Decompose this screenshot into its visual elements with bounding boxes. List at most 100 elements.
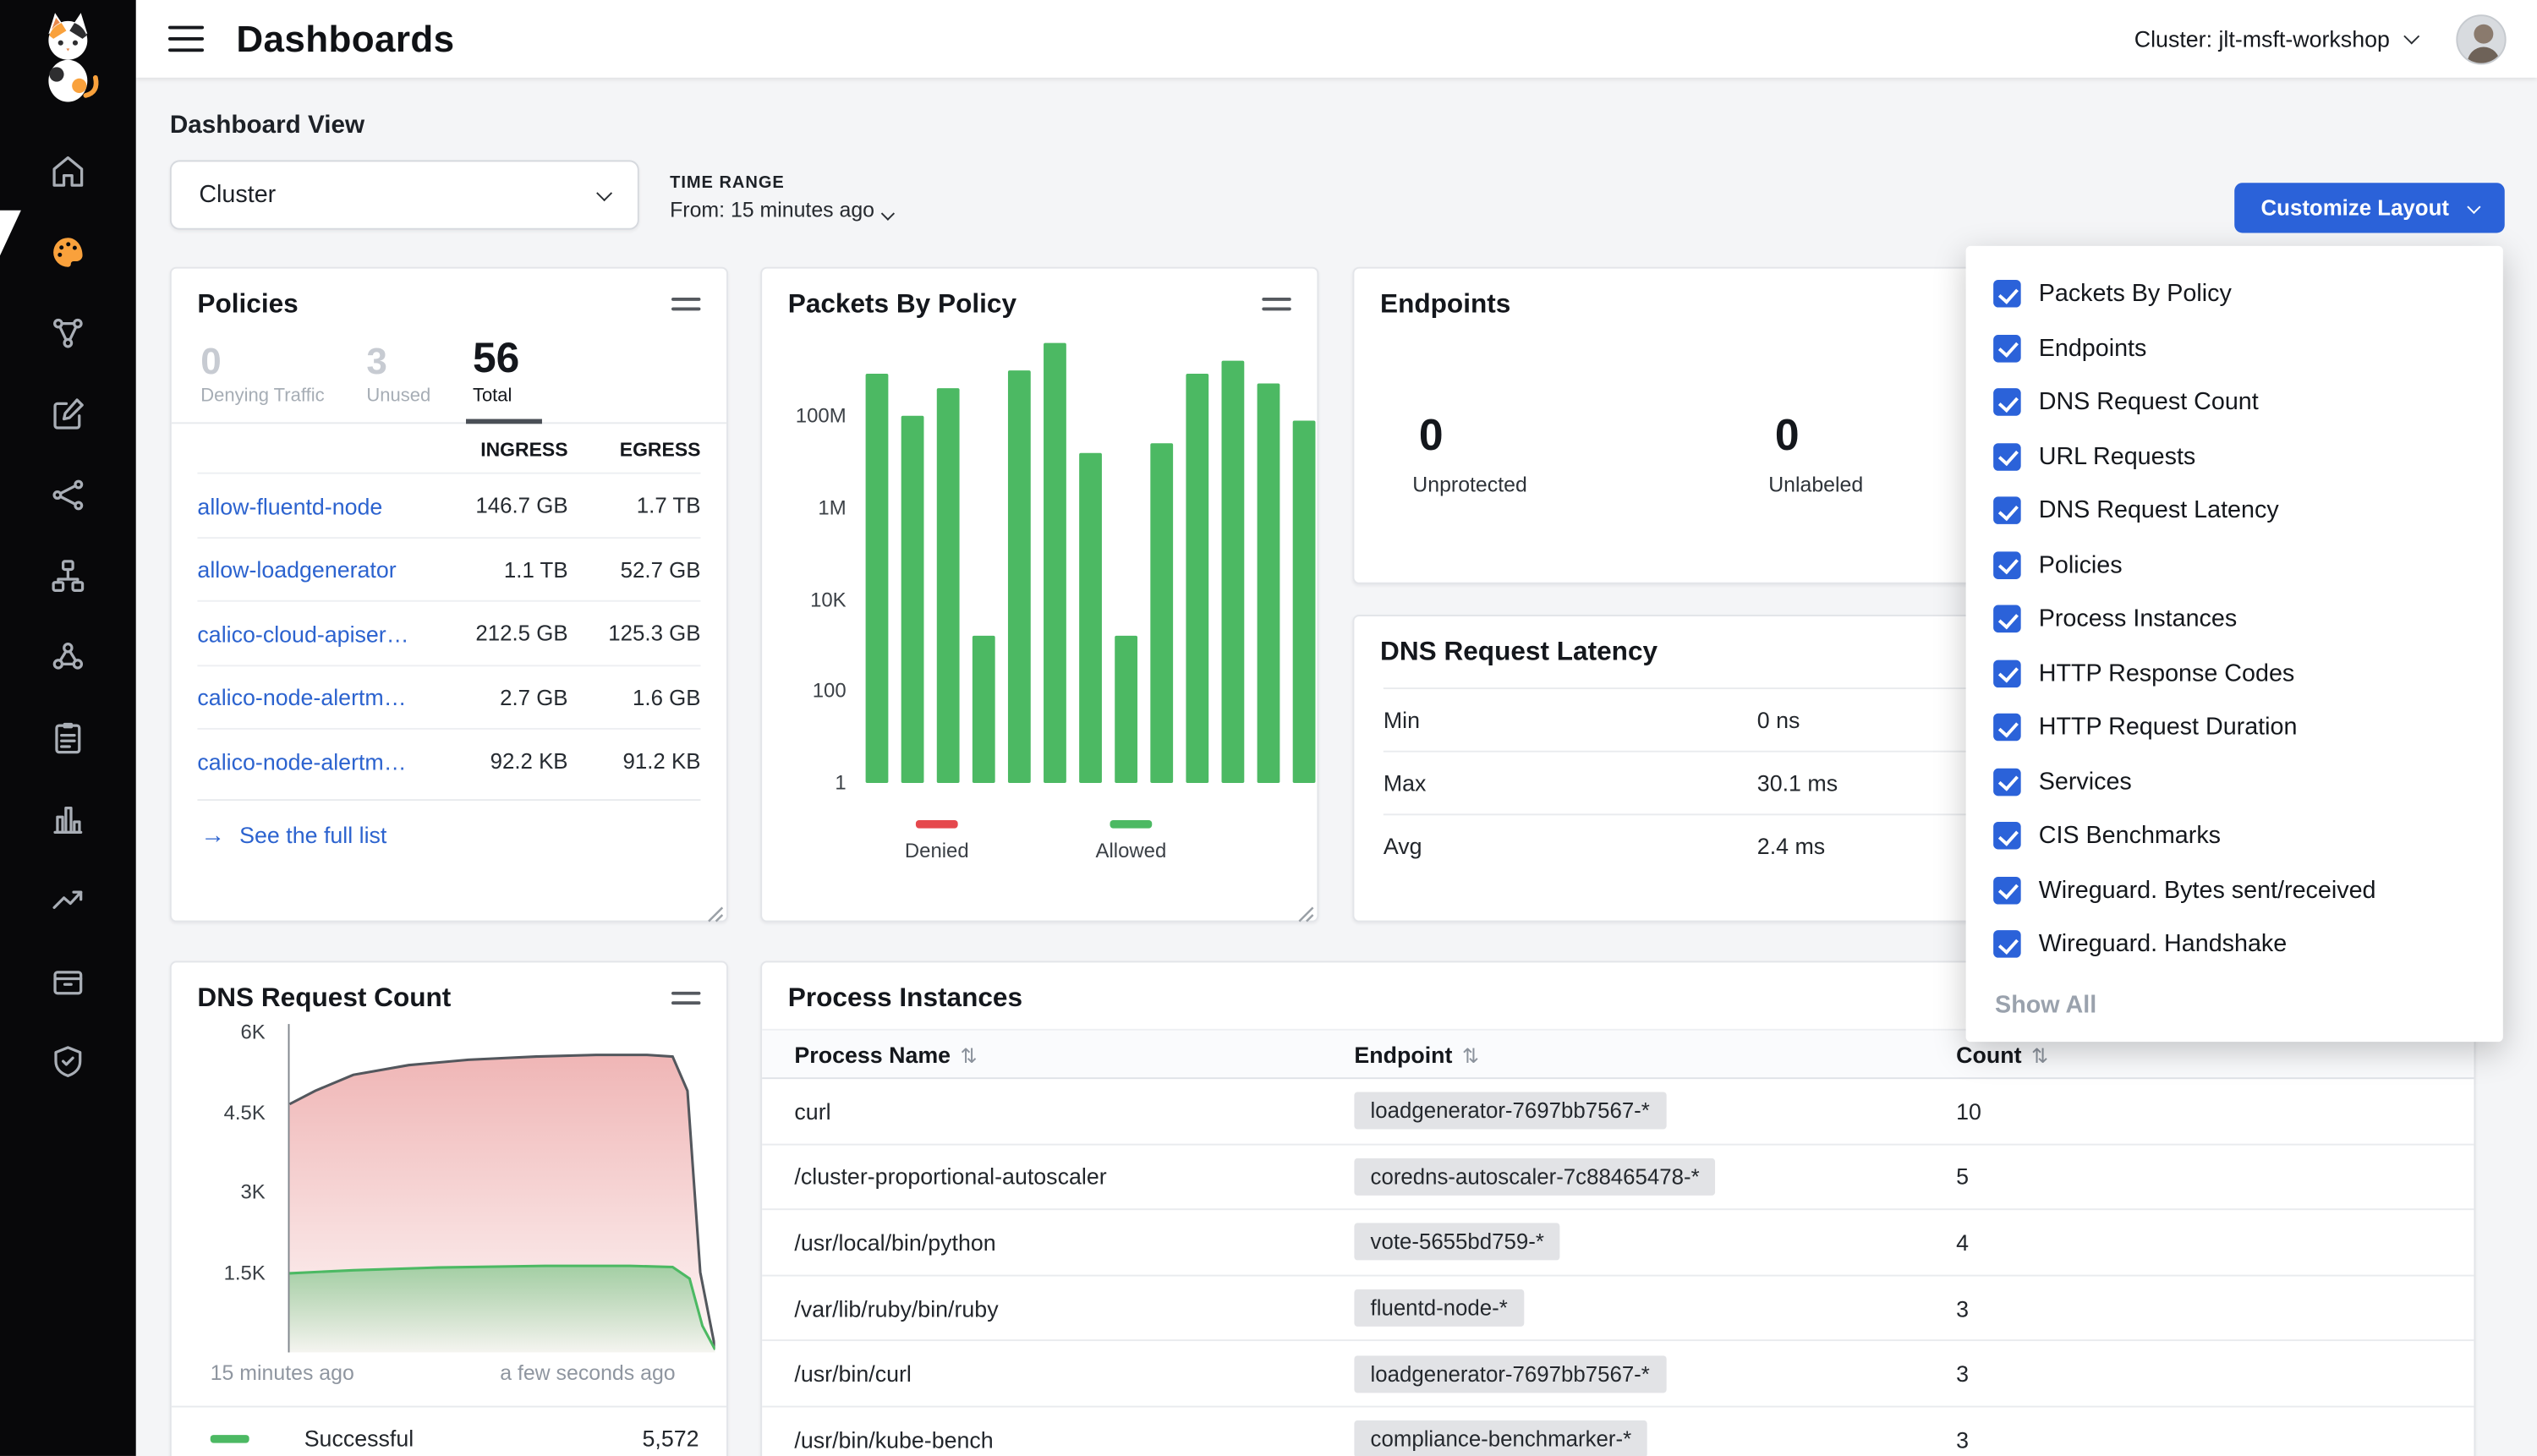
layout-menu-item-label: Services — [2039, 768, 2132, 796]
user-avatar[interactable] — [2456, 14, 2506, 63]
sidebar-item-palette[interactable] — [47, 234, 89, 276]
policies-stats: 0Denying Traffic 3Unused 56Total — [172, 320, 726, 424]
sidebar-item-service-graph[interactable] — [47, 315, 89, 358]
calico-cat-logo[interactable] — [32, 9, 103, 103]
sidebar-item-nodes[interactable] — [47, 477, 89, 519]
x-axis-label-end: a few seconds ago — [500, 1360, 675, 1385]
checkbox-checked-icon[interactable] — [1993, 389, 2021, 417]
drag-handle-icon[interactable] — [1262, 298, 1290, 310]
checkbox-checked-icon[interactable] — [1993, 335, 2021, 363]
sidebar-item-archive[interactable] — [47, 962, 89, 1004]
resize-handle-icon[interactable] — [707, 901, 723, 917]
sidebar-item-bar-chart[interactable] — [47, 801, 89, 843]
customize-layout-button[interactable]: Customize Layout — [2234, 183, 2505, 233]
sidebar-item-shield[interactable] — [47, 1043, 89, 1086]
see-full-list-link[interactable]: → See the full list — [197, 799, 700, 870]
chevron-down-icon[interactable] — [2403, 29, 2419, 45]
sort-icon[interactable]: ⇅ — [2031, 1044, 2048, 1067]
resize-handle-icon[interactable] — [1297, 901, 1313, 917]
checkbox-checked-icon[interactable] — [1993, 551, 2021, 579]
policy-name-link[interactable]: allow-loadgenerator — [197, 556, 429, 583]
checkbox-checked-icon[interactable] — [1993, 768, 2021, 796]
endpoint-chip[interactable]: fluentd-node-* — [1354, 1289, 1524, 1327]
card-title: DNS Request Latency — [1380, 638, 1658, 668]
legend-item-allowed: Allowed — [1082, 820, 1180, 862]
checkbox-checked-icon[interactable] — [1993, 822, 2021, 850]
clipboard-icon — [48, 718, 87, 764]
policy-row: calico-node-alertmana…92.2 KB91.2 KB — [197, 729, 700, 793]
policy-stat[interactable]: 0Denying Traffic — [200, 342, 324, 407]
screenshot-root: Dashboards Cluster: jlt-msft-workshop Da… — [0, 0, 2537, 1456]
layout-menu-item[interactable]: Services — [1966, 755, 2503, 809]
layout-menu-item[interactable]: Process Instances — [1966, 592, 2503, 646]
checkbox-checked-icon[interactable] — [1993, 877, 2021, 905]
layout-menu-item-label: HTTP Response Codes — [2039, 660, 2295, 687]
checkbox-checked-icon[interactable] — [1993, 605, 2021, 633]
cluster-icon — [48, 637, 87, 683]
layout-menu-item[interactable]: URL Requests — [1966, 430, 2503, 484]
sidebar-item-sitemap[interactable] — [47, 558, 89, 600]
checkbox-checked-icon[interactable] — [1993, 443, 2021, 471]
y-axis-tick-label: 1.5K — [188, 1261, 266, 1284]
layout-menu-item[interactable]: HTTP Response Codes — [1966, 646, 2503, 700]
area-series-successful — [289, 1266, 715, 1352]
policy-name-link[interactable]: calico-node-alertmana… — [197, 748, 429, 775]
dashboard-view-select-value: Cluster — [199, 181, 276, 209]
layout-menu-item-label: Wireguard. Bytes sent/received — [2039, 877, 2376, 905]
count-column-header[interactable]: Count — [1956, 1041, 2021, 1067]
sort-icon[interactable]: ⇅ — [1462, 1044, 1479, 1067]
process-name-column-header[interactable]: Process Name — [794, 1041, 951, 1067]
layout-menu-item[interactable]: Endpoints — [1966, 321, 2503, 375]
bar — [1258, 384, 1280, 783]
layout-menu-item[interactable]: DNS Request Latency — [1966, 484, 2503, 538]
dashboard-view-select[interactable]: Cluster — [170, 160, 639, 229]
nodes-icon — [48, 475, 87, 522]
sidebar-item-trend-up[interactable] — [47, 882, 89, 924]
arrow-right-icon: → — [200, 822, 225, 850]
checkbox-checked-icon[interactable] — [1993, 660, 2021, 687]
layout-menu-item[interactable]: DNS Request Count — [1966, 375, 2503, 430]
policy-name-link[interactable]: allow-fluentd-node — [197, 493, 429, 519]
policy-name-link[interactable]: calico-cloud-apiserver-… — [197, 621, 429, 647]
endpoint-chip[interactable]: coredns-autoscaler-7c88465478-* — [1354, 1158, 1715, 1196]
sidebar-item-cluster[interactable] — [47, 639, 89, 681]
layout-menu-item[interactable]: HTTP Request Duration — [1966, 700, 2503, 754]
egress-column-header[interactable]: EGRESS — [568, 439, 701, 462]
endpoint-chip[interactable]: loadgenerator-7697bb7567-* — [1354, 1092, 1666, 1130]
sidebar-item-policies[interactable] — [47, 397, 89, 439]
layout-menu-item-label: Endpoints — [2039, 335, 2147, 363]
layout-menu-item[interactable]: Policies — [1966, 538, 2503, 592]
time-range-value[interactable]: From: 15 minutes ago — [670, 197, 893, 222]
endpoint-column-header[interactable]: Endpoint — [1354, 1041, 1452, 1067]
layout-menu-item[interactable]: Packets By Policy — [1966, 267, 2503, 321]
y-axis-tick-label: 10K — [775, 588, 846, 610]
checkbox-checked-icon[interactable] — [1993, 497, 2021, 525]
checkbox-checked-icon[interactable] — [1993, 931, 2021, 959]
legend-swatch — [916, 820, 958, 829]
policy-name-link[interactable]: calico-node-alertmana… — [197, 684, 429, 710]
card-title: DNS Request Count — [197, 983, 451, 1014]
checkbox-checked-icon[interactable] — [1993, 714, 2021, 742]
layout-menu-item-label: URL Requests — [2039, 443, 2196, 471]
hamburger-menu-icon[interactable] — [168, 25, 204, 52]
ingress-column-header[interactable]: INGRESS — [429, 439, 568, 462]
show-all-link[interactable]: Show All — [1966, 972, 2503, 1025]
sort-icon[interactable]: ⇅ — [961, 1044, 978, 1067]
policy-stat[interactable]: 3Unused — [366, 342, 430, 407]
bar — [973, 636, 995, 783]
cluster-selector[interactable]: Cluster: jlt-msft-workshop — [2134, 26, 2390, 52]
sidebar-item-home[interactable] — [47, 154, 89, 196]
endpoint-chip[interactable]: vote-5655bd759-* — [1354, 1223, 1560, 1261]
endpoint-chip[interactable]: loadgenerator-7697bb7567-* — [1354, 1355, 1666, 1393]
sidebar-item-clipboard[interactable] — [47, 720, 89, 762]
layout-menu-item[interactable]: Wireguard. Bytes sent/received — [1966, 863, 2503, 917]
stat-value: 56 — [473, 337, 519, 380]
checkbox-checked-icon[interactable] — [1993, 280, 2021, 308]
layout-menu-item[interactable]: CIS Benchmarks — [1966, 809, 2503, 863]
dns-count-legend: Successful5,572 — [211, 1419, 699, 1456]
layout-menu-item[interactable]: Wireguard. Handshake — [1966, 917, 2503, 972]
drag-handle-icon[interactable] — [671, 298, 700, 310]
policy-stat[interactable]: 56Total — [473, 337, 519, 407]
drag-handle-icon[interactable] — [671, 992, 700, 1004]
endpoint-chip[interactable]: compliance-benchmarker-* — [1354, 1420, 1647, 1456]
